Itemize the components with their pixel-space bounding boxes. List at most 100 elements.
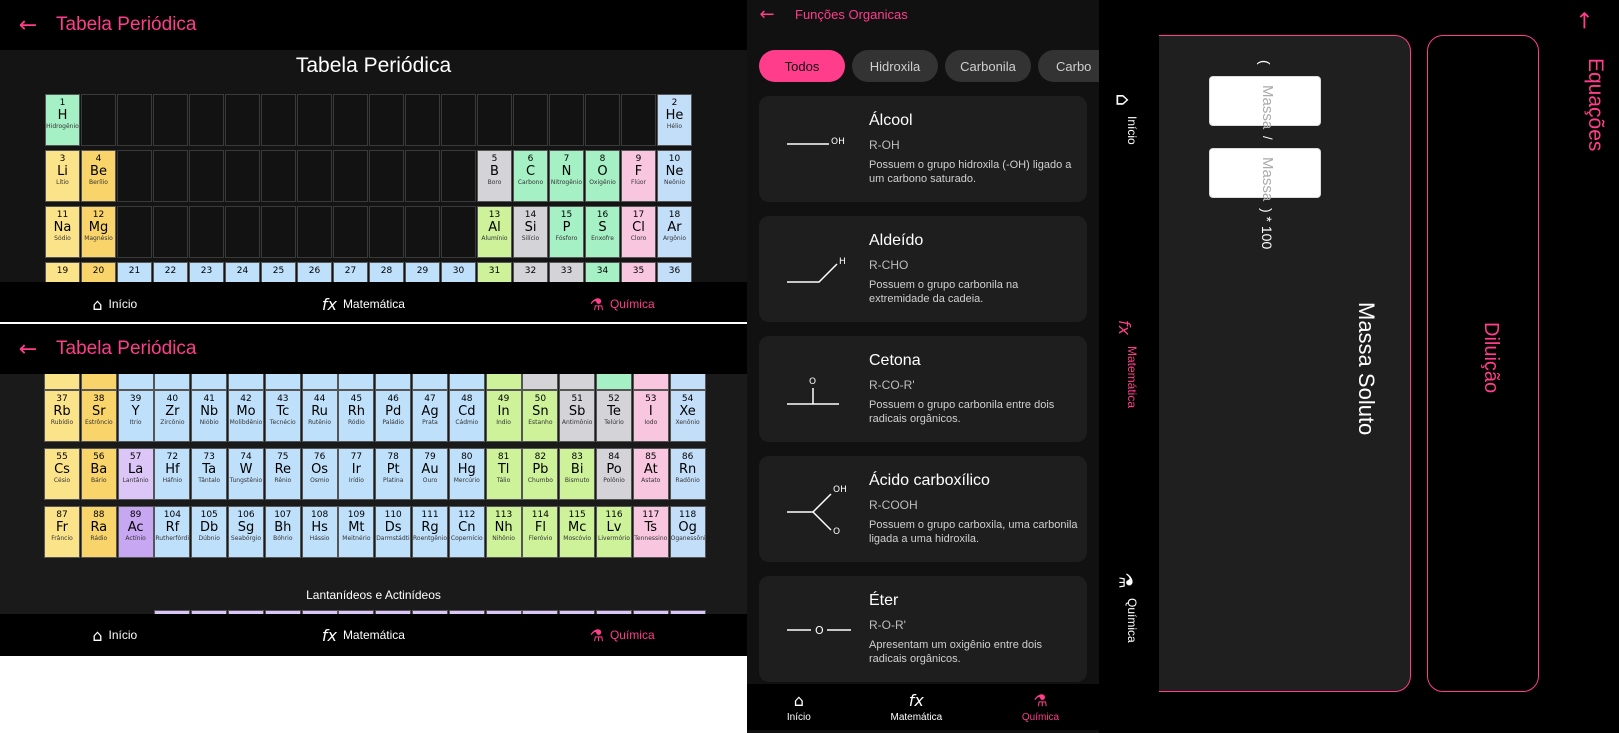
filter-chip-carbonila[interactable]: Carbonila [945, 50, 1031, 82]
nav-chem[interactable]: ⚗ Química [1022, 691, 1059, 723]
element-tile[interactable]: 34 [585, 262, 620, 282]
element-tile[interactable]: 118OgOganessônio [669, 506, 706, 558]
element-tile[interactable]: 11 Na Sódio [45, 206, 80, 258]
element-tile[interactable]: Cálcio [80, 374, 117, 390]
element-tile[interactable]: 19 [45, 262, 80, 282]
element-tile[interactable]: 44 Ru Rutênio [301, 390, 338, 442]
element-tile[interactable]: Titânio [154, 374, 191, 390]
element-tile[interactable]: Escândio [117, 374, 154, 390]
element-tile[interactable]: 31 [477, 262, 512, 282]
element-tile[interactable]: 32 [513, 262, 548, 282]
function-card-acido-carboxilico[interactable]: OH O Ácido carboxílico R-COOH Possuem o g… [759, 456, 1087, 562]
element-tile[interactable]: 72 Hf Háfnio [154, 448, 191, 500]
element-tile[interactable]: 24 [225, 262, 260, 282]
element-tile[interactable]: 25 [261, 262, 296, 282]
element-tile[interactable]: Níquel [375, 374, 412, 390]
element-tile[interactable]: 15 P Fósforo [549, 206, 584, 258]
element-tile[interactable]: 89 Ac Actínio [117, 506, 154, 558]
function-card-alcool[interactable]: OH Álcool R-OH Possuem o grupo hidroxila… [759, 96, 1087, 202]
element-tile[interactable]: Cromo [228, 374, 264, 390]
element-tile[interactable]: 6 C Carbono [513, 150, 548, 202]
element-tile[interactable]: 82 Pb Chumbo [522, 448, 559, 500]
element-tile[interactable]: 22 [153, 262, 188, 282]
element-tile[interactable]: 104 Rf Rutherfórdio [154, 506, 191, 558]
element-tile[interactable]: Bromo [632, 374, 669, 390]
back-arrow-icon[interactable]: ← [0, 337, 56, 362]
element-tile[interactable]: 73 Ta Tântalo [191, 448, 228, 500]
massa-soluto-card[interactable]: Massa ( / Massa ) * 100 Massa Soluto [1159, 35, 1411, 692]
element-tile[interactable]: Cobre [412, 374, 448, 390]
element-tile[interactable]: 55 Cs Césio [44, 448, 80, 500]
element-tile[interactable]: 5 B Boro [477, 150, 512, 202]
element-tile[interactable]: 113 Nh Nihônio [485, 506, 522, 558]
function-card-cetona[interactable]: O Cetona R-CO-R' Possuem o grupo carboni… [759, 336, 1087, 442]
element-tile[interactable]: 14 Si Silício [513, 206, 548, 258]
element-tile[interactable]: Zinco [448, 374, 485, 390]
element-tile[interactable]: 38 Sr Estrôncio [80, 390, 117, 442]
nav-chem[interactable]: ⚗ Química [590, 295, 655, 314]
element-tile[interactable]: 83 Bi Bismuto [559, 448, 596, 500]
element-tile[interactable]: 117 Ts Tennessino [632, 506, 669, 558]
element-tile[interactable]: 115 Mc Moscóvio [559, 506, 596, 558]
element-tile[interactable]: 85 At Astato [632, 448, 669, 500]
nav-home[interactable]: ⌂ Início [92, 295, 137, 314]
element-tile[interactable]: 112 Cn Copernício [448, 506, 485, 558]
element-tile[interactable]: 26 [297, 262, 332, 282]
element-tile[interactable]: Criptônio [669, 374, 706, 390]
element-tile[interactable]: 46 Pd Paládio [375, 390, 412, 442]
element-tile[interactable]: Manganês [264, 374, 301, 390]
back-arrow-icon[interactable]: ← [1572, 11, 1597, 29]
element-tile[interactable]: 42 Mo Molibdênio [228, 390, 264, 442]
element-tile[interactable]: 114 Fl Fleróvio [522, 506, 559, 558]
element-tile[interactable]: 37 Rb Rubídio [44, 390, 80, 442]
nav-math[interactable]: fx Matemática [890, 691, 942, 723]
element-tile[interactable]: 23 [189, 262, 224, 282]
nav-home[interactable]: ⌂ Início [787, 691, 811, 723]
element-tile[interactable]: 49 In Índio [485, 390, 522, 442]
element-tile[interactable]: 36 [657, 262, 692, 282]
element-tile[interactable]: Arsênio [559, 374, 596, 390]
element-tile[interactable]: 13 Al Alumínio [477, 206, 512, 258]
element-tile[interactable]: 2 He Hélio [657, 94, 692, 146]
element-tile[interactable]: 40 Zr Zircônio [154, 390, 191, 442]
element-tile[interactable]: 75 Re Rênio [264, 448, 301, 500]
nav-chem[interactable]: ⚗ Química [1115, 570, 1147, 650]
element-tile[interactable]: 50 Sn Estanho [522, 390, 559, 442]
element-tile[interactable]: 84 Po Polônio [596, 448, 632, 500]
element-tile[interactable]: 105 Db Dúbnio [191, 506, 228, 558]
element-tile[interactable]: Gálio [485, 374, 522, 390]
element-tile[interactable]: 41 Nb Nióbio [191, 390, 228, 442]
element-tile[interactable]: 39 Y Ítrio [117, 390, 154, 442]
nav-math[interactable]: fx Matemática [322, 626, 405, 645]
element-tile[interactable]: 16 S Enxofre [585, 206, 620, 258]
nav-home[interactable]: ⌂ Início [92, 626, 137, 645]
element-tile[interactable]: 74 W Tungstênio [228, 448, 264, 500]
element-tile[interactable]: 8 O Oxigênio [585, 150, 620, 202]
element-tile[interactable]: 108 Hs Hássio [301, 506, 338, 558]
element-tile[interactable]: 20 [81, 262, 116, 282]
element-tile[interactable]: 54 Xe Xenônio [669, 390, 706, 442]
element-tile[interactable]: 45 Rh Ródio [338, 390, 375, 442]
element-tile[interactable]: 110 Ds Darmstádtio [375, 506, 412, 558]
element-tile[interactable]: Selênio [596, 374, 632, 390]
nav-home[interactable]: ⌂ Início [1111, 88, 1147, 158]
element-tile[interactable]: 86 Rn Radônio [669, 448, 706, 500]
filter-chip-todos[interactable]: Todos [759, 50, 845, 82]
element-tile[interactable]: Potássio [44, 374, 80, 390]
element-tile[interactable]: 3 Li Lítio [45, 150, 80, 202]
function-card-aldeido[interactable]: H Aldeído R-CHO Possuem o grupo carbonil… [759, 216, 1087, 322]
mass-input-1[interactable]: Massa [1209, 76, 1321, 129]
element-tile[interactable]: 76 Os Ósmio [301, 448, 338, 500]
element-tile[interactable]: 9 F Flúor [621, 150, 656, 202]
element-tile[interactable]: 28 [369, 262, 404, 282]
mass-input-2[interactable]: Massa [1209, 148, 1321, 201]
element-tile[interactable]: 57 La Lantânio [117, 448, 154, 500]
element-tile[interactable]: 17 Cl Cloro [621, 206, 656, 258]
element-tile[interactable]: 7 N Nitrogênio [549, 150, 584, 202]
nav-math[interactable]: fx Matemática [322, 295, 405, 314]
element-tile[interactable]: Ferro [301, 374, 338, 390]
element-tile[interactable]: 77 Ir Irídio [338, 448, 375, 500]
filter-chip-hidroxila[interactable]: Hidroxila [852, 50, 938, 82]
element-tile[interactable]: 10 Ne Neônio [657, 150, 692, 202]
element-tile[interactable]: 33 [549, 262, 584, 282]
